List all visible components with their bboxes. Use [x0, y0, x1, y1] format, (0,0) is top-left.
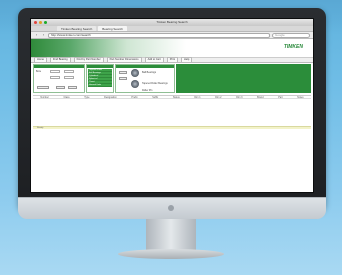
- clear-button[interactable]: [68, 86, 77, 89]
- panel-header: [87, 65, 113, 68]
- window-controls[interactable]: [34, 21, 47, 24]
- add-button[interactable]: [119, 71, 127, 74]
- tab-1[interactable]: Timken Bearing Search: [57, 26, 97, 31]
- apple-logo-icon: [168, 205, 174, 211]
- column-header[interactable]: Type: [84, 96, 89, 99]
- width-field[interactable]: [50, 76, 60, 79]
- toolbar-dimensions-button[interactable]: Part Number Dimensions: [106, 57, 142, 63]
- list-item[interactable]: Housed Units: [88, 84, 112, 87]
- toolbar-find-bearing-button[interactable]: Find Bearing: [49, 57, 71, 63]
- forward-icon[interactable]: ›: [41, 33, 46, 37]
- tolerance-field[interactable]: [64, 76, 74, 79]
- column-header[interactable]: Dim 3: [236, 96, 242, 99]
- bore-field[interactable]: [50, 70, 60, 73]
- column-header[interactable]: Prefix: [131, 96, 137, 99]
- column-header[interactable]: Notes: [297, 96, 303, 99]
- bearing-type-list: Tapered Roller Ball Bearings Cylindrical…: [88, 69, 112, 87]
- column-header[interactable]: Part: [278, 96, 282, 99]
- close-icon[interactable]: [34, 21, 37, 24]
- minimize-icon[interactable]: [39, 21, 42, 24]
- search-input[interactable]: Google: [272, 32, 310, 38]
- app-banner: TIMKEN: [31, 39, 313, 57]
- search-criteria-panel: Bore: [33, 64, 85, 93]
- column-header[interactable]: Dim 1: [194, 96, 200, 99]
- window-titlebar: Timken Bearing Search: [31, 19, 313, 26]
- bore-label: Bore: [36, 70, 42, 73]
- monitor-stand-foot: [118, 249, 224, 259]
- screen: Timken Bearing Search Timken Bearing Sea…: [30, 18, 314, 193]
- reset-button[interactable]: [56, 86, 65, 89]
- tapered-bearing-icon: [131, 80, 139, 88]
- bearing-type-panel: Tapered Roller Ball Bearings Cylindrical…: [86, 64, 114, 93]
- ball-bearing-icon: [131, 69, 139, 77]
- brand-logo: TIMKEN: [283, 44, 303, 50]
- window-title: Timken Bearing Search: [156, 20, 188, 24]
- monitor-stand-neck: [146, 219, 196, 253]
- search-panels: Bore Tapered Roller Ball Bearings Cylind…: [31, 64, 313, 93]
- column-header[interactable]: Designation: [104, 96, 117, 99]
- result-item[interactable]: Ball Bearings: [142, 71, 156, 74]
- panel-header: [34, 65, 84, 68]
- toolbar-print-button[interactable]: Print: [166, 57, 179, 63]
- toolbar-add-cart-button[interactable]: Add to Cart: [144, 57, 164, 63]
- toolbar-home-button[interactable]: Home: [34, 57, 47, 63]
- tab-2[interactable]: Bearing Search: [98, 26, 127, 31]
- column-header[interactable]: Number: [40, 96, 49, 99]
- result-item[interactable]: Tapered Roller Bearings: [142, 82, 168, 85]
- app-toolbar: Home Find Bearing Find by Part Number Pa…: [31, 57, 313, 63]
- address-bar: ‹ › http://www.timken.com/search Google: [31, 32, 313, 39]
- results-panel: Ball Bearings Tapered Roller Bearings Ro…: [115, 64, 175, 93]
- results-table-body[interactable]: [31, 99, 313, 126]
- status-bar: Ready: [33, 126, 311, 129]
- detail-panel: [176, 64, 311, 93]
- column-header[interactable]: Class: [64, 96, 70, 99]
- column-header[interactable]: Dim 2: [215, 96, 221, 99]
- search-button[interactable]: [37, 86, 49, 89]
- panel-header: [116, 65, 174, 68]
- column-header[interactable]: Brand: [257, 96, 263, 99]
- maximize-icon[interactable]: [44, 21, 47, 24]
- toolbar-help-button[interactable]: Help: [181, 57, 193, 63]
- od-field[interactable]: [64, 70, 74, 73]
- remove-button[interactable]: [119, 77, 127, 80]
- column-header[interactable]: Status: [173, 96, 180, 99]
- column-header[interactable]: Suffix: [152, 96, 158, 99]
- toolbar-find-part-button[interactable]: Find by Part Number: [73, 57, 104, 63]
- result-item[interactable]: Roller Pin: [142, 89, 152, 92]
- url-field[interactable]: http://www.timken.com/search: [48, 32, 270, 38]
- back-icon[interactable]: ‹: [34, 33, 39, 37]
